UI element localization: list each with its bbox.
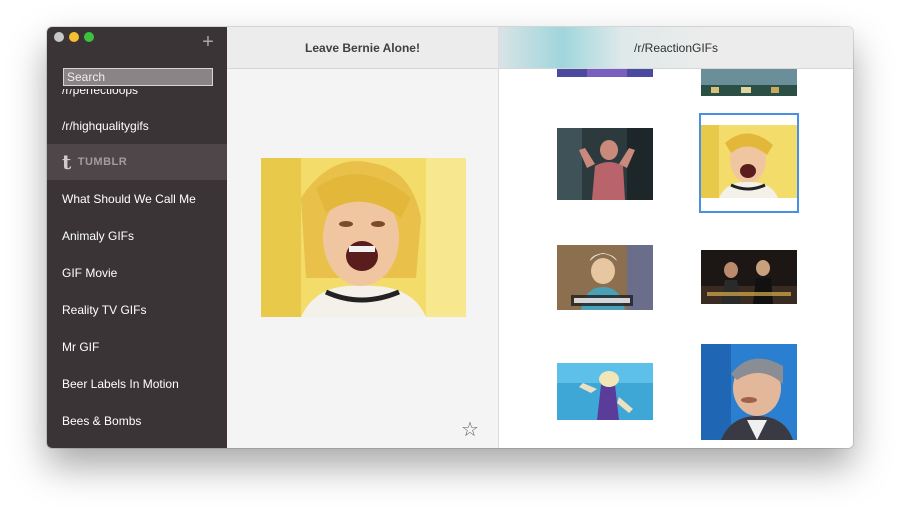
app-window: + /r/perfectloops /r/highqualitygifs t T… bbox=[47, 27, 853, 448]
sidebar-item-label: Beer Labels In Motion bbox=[62, 376, 179, 391]
sidebar-item-bees-and-bombs[interactable]: Bees & Bombs bbox=[47, 402, 227, 439]
close-window-button[interactable] bbox=[54, 32, 64, 42]
zoom-window-button[interactable] bbox=[84, 32, 94, 42]
sidebar-item-reality-tv-gifs[interactable]: Reality TV GIFs bbox=[47, 291, 227, 328]
sidebar-item-label: /r/perfectloops bbox=[62, 89, 139, 97]
gif-detail-pane: Leave Bernie Alone! ☆ bbox=[227, 27, 499, 448]
gif-thumbnail-selected[interactable] bbox=[699, 113, 799, 213]
sidebar-item-label: Bees & Bombs bbox=[62, 413, 142, 428]
search-input[interactable] bbox=[63, 68, 213, 86]
sidebar-item-label: Reality TV GIFs bbox=[62, 302, 147, 317]
sidebar-item-mr-gif[interactable]: Mr GIF bbox=[47, 328, 227, 365]
sidebar-section-tumblr[interactable]: t TUMBLR bbox=[47, 144, 227, 180]
sidebar-item-label: GIF Movie bbox=[62, 265, 118, 280]
grid-title: /r/ReactionGIFs bbox=[499, 27, 853, 69]
sidebar-item-label: /r/highqualitygifs bbox=[62, 118, 149, 133]
gif-thumbnail[interactable] bbox=[701, 344, 797, 440]
sidebar-item-highqualitygifs[interactable]: /r/highqualitygifs bbox=[47, 107, 227, 144]
gif-thumbnail[interactable] bbox=[557, 128, 653, 200]
sidebar-item-label: Mr GIF bbox=[62, 339, 100, 354]
sidebar-item-what-should-we-call-me[interactable]: What Should We Call Me bbox=[47, 180, 227, 217]
gif-thumbnail[interactable] bbox=[557, 363, 653, 420]
gif-thumbnail[interactable] bbox=[701, 250, 797, 304]
sidebar-item-perfectloops[interactable]: /r/perfectloops bbox=[47, 89, 227, 107]
gif-thumbnail[interactable] bbox=[557, 69, 653, 77]
sidebar-list: /r/perfectloops /r/highqualitygifs t TUM… bbox=[47, 89, 227, 439]
sidebar-item-label: What Should We Call Me bbox=[62, 191, 196, 206]
sidebar-item-beer-labels-in-motion[interactable]: Beer Labels In Motion bbox=[47, 365, 227, 402]
sidebar: + /r/perfectloops /r/highqualitygifs t T… bbox=[47, 27, 227, 448]
detail-title: Leave Bernie Alone! bbox=[227, 27, 498, 69]
sidebar-section-label: TUMBLR bbox=[77, 156, 128, 168]
minimize-window-button[interactable] bbox=[69, 32, 79, 42]
plus-icon[interactable]: + bbox=[201, 32, 215, 52]
main-gif-image[interactable] bbox=[261, 158, 466, 317]
window-controls bbox=[54, 32, 94, 42]
gif-grid-pane: /r/ReactionGIFs bbox=[499, 27, 853, 448]
sidebar-item-gif-movie[interactable]: GIF Movie bbox=[47, 254, 227, 291]
star-icon[interactable]: ☆ bbox=[459, 419, 481, 441]
gif-thumbnail[interactable] bbox=[557, 245, 653, 310]
sidebar-item-animaly-gifs[interactable]: Animaly GIFs bbox=[47, 217, 227, 254]
tumblr-icon: t bbox=[62, 150, 72, 174]
gif-thumbnail[interactable] bbox=[701, 69, 797, 96]
sidebar-item-label: Animaly GIFs bbox=[62, 228, 135, 243]
